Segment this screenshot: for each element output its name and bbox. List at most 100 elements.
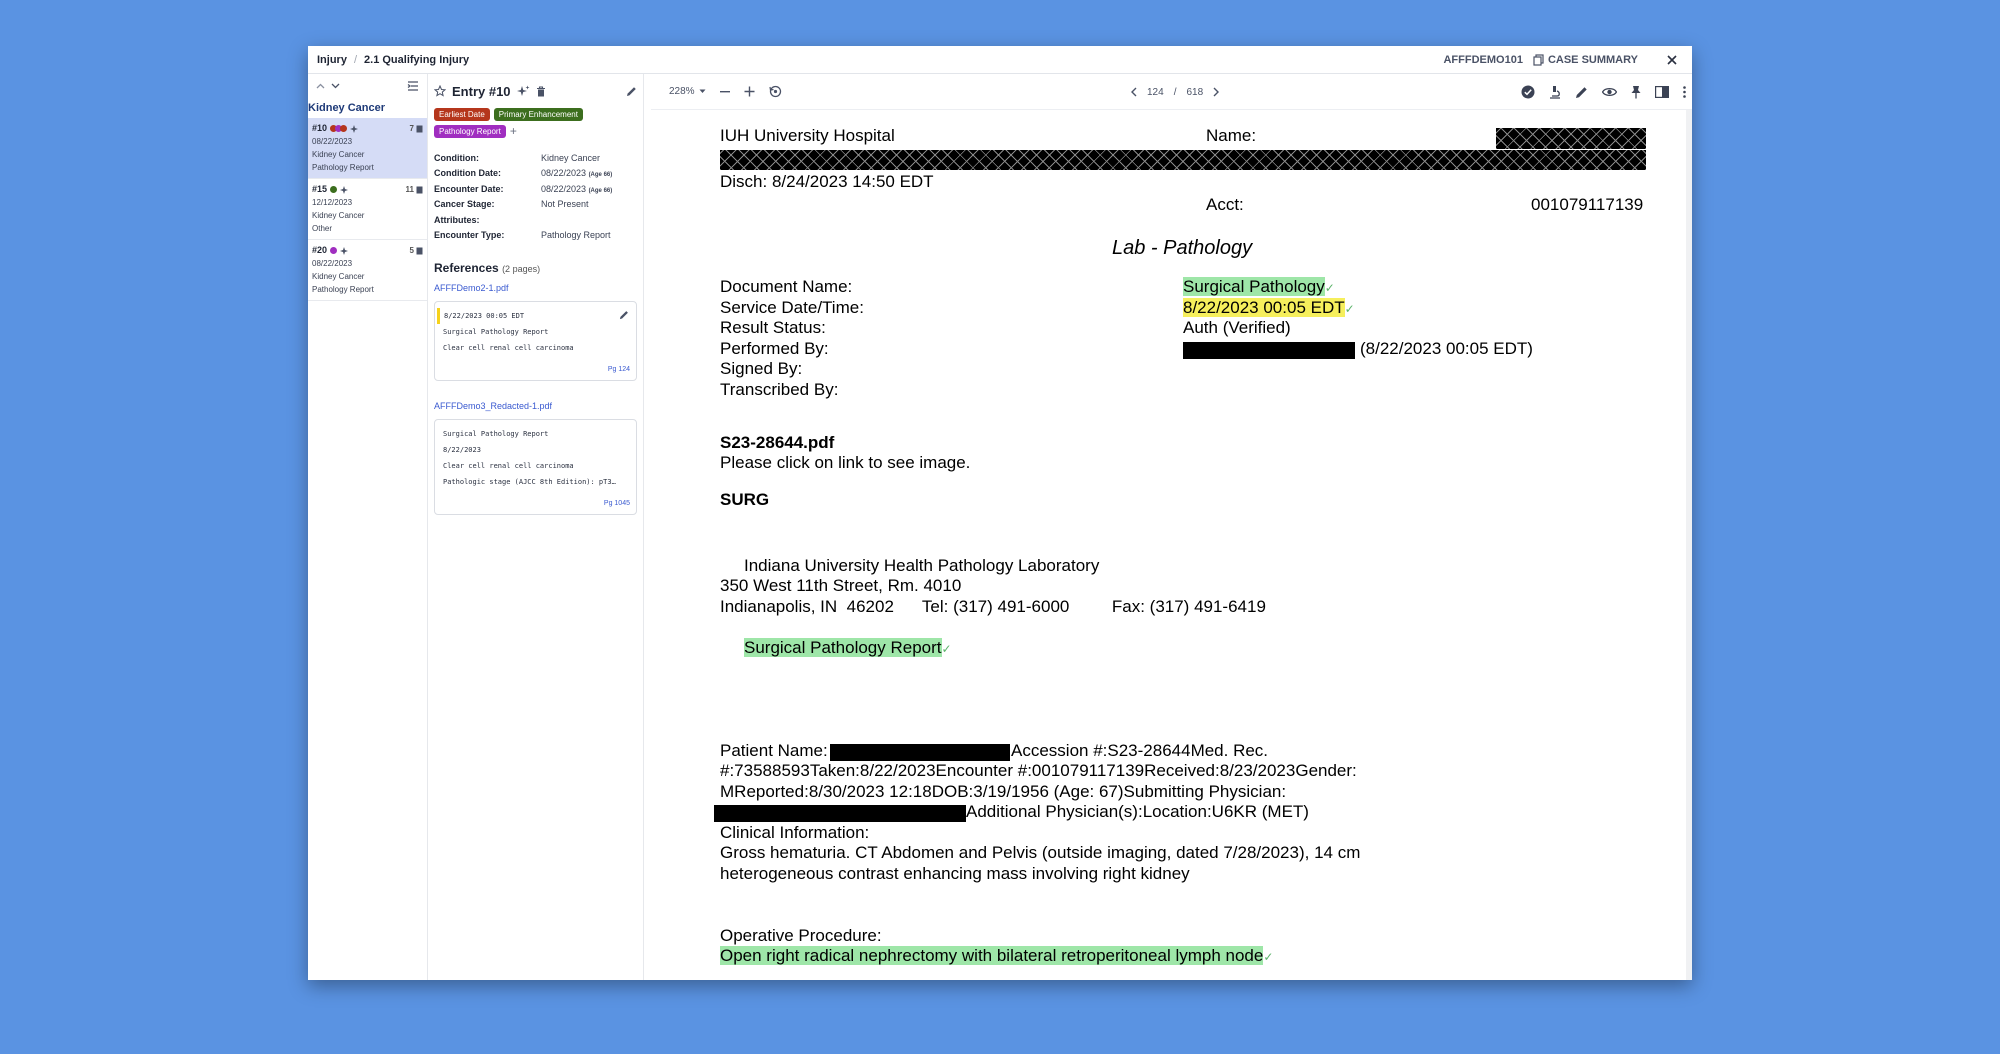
tag-primary-enhancement: Primary Enhancement xyxy=(493,108,583,121)
surg-heading: SURG xyxy=(720,490,770,509)
document-name-value[interactable]: Surgical Pathology✓ xyxy=(1183,277,1335,298)
field-value: Not Present xyxy=(541,199,589,210)
patient-line: #:73588593Taken:8/22/2023Encounter #:001… xyxy=(720,761,1357,780)
entry-id: #10 xyxy=(312,123,328,133)
lab-city: Indianapolis, IN 46202 Tel: (317) 491-60… xyxy=(720,597,1266,616)
reference-card[interactable]: 8/22/2023 00:05 EDT Surgical Pathology R… xyxy=(434,301,637,381)
enhancement-dot xyxy=(330,186,338,193)
reference-line: Surgical Pathology Report xyxy=(443,430,549,438)
zoom-in-icon[interactable] xyxy=(744,86,755,97)
lab-address: 350 West 11th Street, Rm. 4010 xyxy=(720,576,962,595)
more-vertical-icon[interactable] xyxy=(1683,86,1686,98)
redaction-block xyxy=(830,744,1010,761)
pathology-dot xyxy=(330,247,338,254)
highlight-text: Surgical Pathology Report xyxy=(744,638,942,657)
doc-label: Transcribed By: xyxy=(720,380,839,399)
document-viewer: 228% 124 / 618 IUH University Hospital N… xyxy=(651,74,1692,980)
entry-condition: Kidney Cancer xyxy=(312,272,365,281)
reference-line: 8/22/2023 00:05 EDT xyxy=(437,308,628,324)
performed-by-date: (8/22/2023 00:05 EDT) xyxy=(1360,339,1533,358)
document-page: IUH University Hospital Name: Disch: 8/2… xyxy=(651,110,1686,980)
reference-page[interactable]: Pg 1045 xyxy=(604,496,630,512)
next-page-icon[interactable] xyxy=(1213,87,1220,97)
entry-fields: Condition: Kidney Cancer Condition Date: 0… xyxy=(434,150,637,243)
pages-icon xyxy=(416,186,423,194)
reference-line: 8/22/2023 xyxy=(443,446,481,454)
entry-type: Other xyxy=(312,224,333,233)
trash-icon[interactable] xyxy=(536,85,546,97)
case-summary-button[interactable]: CASE SUMMARY xyxy=(1548,54,1638,66)
field-label: Attributes: xyxy=(434,214,480,225)
breadcrumb-current: 2.1 Qualifying Injury xyxy=(364,53,470,66)
field-value: Pathology Report xyxy=(541,230,611,241)
split-view-icon[interactable] xyxy=(1655,86,1669,98)
patient-line: MReported:8/30/2023 12:18DOB:3/19/1956 (… xyxy=(720,782,1287,801)
edit-pencil-icon[interactable] xyxy=(619,310,629,320)
entry-tags: Earliest Date Primary Enhancement Pathol… xyxy=(434,108,637,138)
current-page-input[interactable]: 124 xyxy=(1147,87,1164,98)
zoom-select[interactable]: 228% xyxy=(669,86,706,97)
sparkle-icon[interactable] xyxy=(516,85,530,97)
entry-page-count: 11 xyxy=(405,185,414,194)
eye-icon[interactable] xyxy=(1602,87,1617,97)
zoom-out-icon[interactable] xyxy=(719,90,730,93)
entry-type: Pathology Report xyxy=(312,163,374,172)
highlight-text: Open right radical nephrectomy with bila… xyxy=(720,946,1264,965)
chevron-down-icon[interactable] xyxy=(331,83,340,89)
clinical-text: heterogeneous contrast enhancing mass in… xyxy=(720,864,1190,883)
breadcrumb-parent[interactable]: Injury xyxy=(317,54,347,66)
pdf-note: Please click on link to see image. xyxy=(720,453,971,472)
check-icon: ✓ xyxy=(1324,281,1335,295)
references-title: References xyxy=(434,261,499,275)
pin-icon[interactable] xyxy=(1631,85,1641,99)
page-separator: / xyxy=(1173,86,1177,98)
entry-item-15[interactable]: #15 11 12/12/2023 Kidney Cancer Other xyxy=(308,179,427,240)
reference-line: Clear cell renal cell carcinoma xyxy=(443,462,574,470)
pdf-link[interactable]: S23-28644.pdf xyxy=(720,433,834,453)
close-icon[interactable] xyxy=(1666,54,1678,66)
document-scrollbar[interactable] xyxy=(1686,110,1692,980)
doc-label: Performed By: xyxy=(720,339,829,358)
reference-file-link[interactable]: AFFFDemo2-1.pdf xyxy=(434,283,637,293)
field-label: Cancer Stage: xyxy=(434,199,495,210)
reference-file-link[interactable]: AFFFDemo3_Redacted-1.pdf xyxy=(434,401,637,411)
copy-icon[interactable] xyxy=(1533,54,1544,66)
operative-text[interactable]: Open right radical nephrectomy with bila… xyxy=(720,946,1273,967)
highlight-text: 8/22/2023 00:05 EDT xyxy=(1183,298,1345,317)
entry-type: Pathology Report xyxy=(312,285,374,294)
entry-id: #20 xyxy=(312,245,328,255)
field-value: Kidney Cancer xyxy=(541,152,601,163)
rotate-icon[interactable] xyxy=(768,85,782,98)
check-circle-icon[interactable] xyxy=(1521,85,1535,99)
field-value: 08/22/2023 xyxy=(541,168,587,179)
entry-page-count: 5 xyxy=(409,246,414,255)
tag-earliest-date: Earliest Date xyxy=(434,108,490,121)
previous-page-icon[interactable] xyxy=(1131,87,1137,97)
report-title[interactable]: Surgical Pathology Report✓ xyxy=(744,638,952,659)
service-date-value[interactable]: 8/22/2023 00:05 EDT✓ xyxy=(1183,298,1355,319)
add-tag-icon[interactable]: + xyxy=(510,125,517,138)
entry-condition: Kidney Cancer xyxy=(312,211,365,220)
field-age: (Age 66) xyxy=(588,172,613,179)
chevron-up-icon[interactable] xyxy=(316,83,325,89)
field-label: Encounter Date: xyxy=(434,183,504,194)
total-pages: 618 xyxy=(1186,86,1204,98)
entry-item-20[interactable]: #20 5 08/22/2023 Kidney Cancer Pathology… xyxy=(308,240,427,301)
entry-detail-panel: Entry #10 Earliest Date Primary Enhancem… xyxy=(428,74,644,980)
reference-line: Surgical Pathology Report xyxy=(443,328,549,336)
collapse-panel-icon[interactable] xyxy=(407,81,419,91)
enhancement-dot xyxy=(340,125,348,132)
sparkle-icon xyxy=(340,185,350,195)
entry-date: 12/12/2023 xyxy=(312,198,353,207)
section-title: Lab - Pathology xyxy=(1112,237,1253,259)
edit-pencil-icon[interactable] xyxy=(626,86,637,97)
entry-title: Entry #10 xyxy=(452,83,511,99)
reference-page[interactable]: Pg 124 xyxy=(608,362,630,378)
star-icon[interactable] xyxy=(434,85,446,97)
entry-list-panel: Kidney Cancer #10 7 08/22/2023 Kidney Ca… xyxy=(308,74,428,980)
entry-page-count: 7 xyxy=(409,124,414,133)
microscope-icon[interactable] xyxy=(1549,85,1561,99)
reference-card[interactable]: Surgical Pathology Report 8/22/2023 Clea… xyxy=(434,419,637,515)
pencil-icon[interactable] xyxy=(1575,86,1588,99)
entry-item-10[interactable]: #10 7 08/22/2023 Kidney Cancer Pathology… xyxy=(308,118,427,179)
